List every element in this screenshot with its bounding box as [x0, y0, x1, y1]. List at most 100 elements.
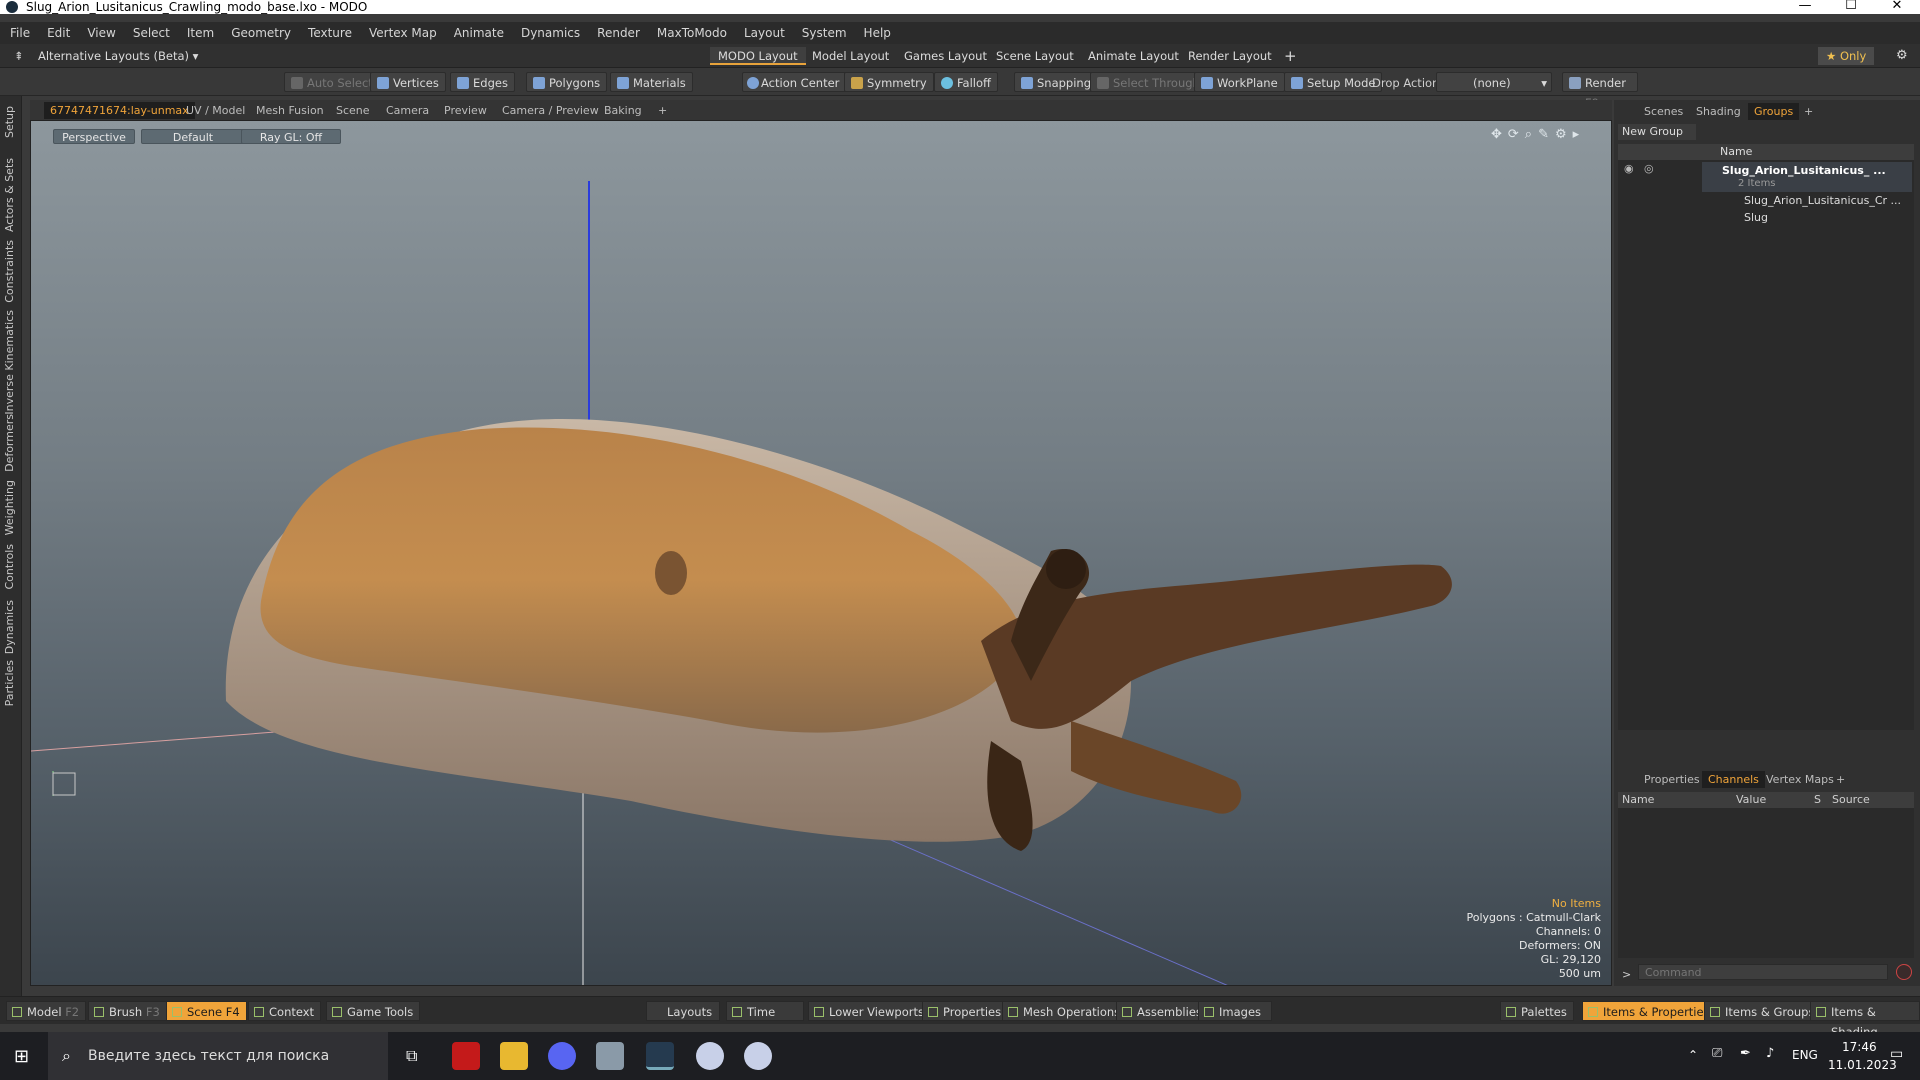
tab-animate-layout[interactable]: Animate Layout	[1080, 47, 1187, 65]
group-child-slug[interactable]: Slug	[1744, 211, 1768, 224]
menu-layout[interactable]: Layout	[744, 26, 785, 40]
tab-games-layout[interactable]: Games Layout	[896, 47, 995, 65]
tab-baking[interactable]: Baking	[598, 102, 648, 119]
polygons-button[interactable]: Polygons	[526, 72, 608, 92]
gear-icon[interactable]: ⚙	[1888, 47, 1916, 65]
materials-button[interactable]: Materials	[610, 72, 693, 92]
tab-scene[interactable]: Scene	[330, 102, 376, 119]
time-button[interactable]: Time	[726, 1001, 804, 1021]
images-button[interactable]: Images	[1198, 1001, 1272, 1021]
app-icon[interactable]	[596, 1042, 624, 1070]
tab-scenes[interactable]: Scenes	[1638, 103, 1689, 120]
modo-taskbar-icon[interactable]	[646, 1042, 674, 1070]
maximize-button[interactable]: ☐	[1828, 0, 1874, 14]
windows-start-icon[interactable]: ⊞	[14, 1046, 29, 1067]
group-row-root[interactable]: Slug_Arion_Lusitanicus_ ... 2 Items	[1702, 162, 1912, 192]
task-view-icon[interactable]: ⧉	[406, 1046, 417, 1066]
menu-system[interactable]: System	[802, 26, 847, 40]
menu-render[interactable]: Render	[597, 26, 640, 40]
falloff-button[interactable]: Falloff	[934, 72, 998, 92]
volume-icon[interactable]: ♪	[1766, 1046, 1774, 1061]
cinema4d-icon-2[interactable]	[744, 1042, 772, 1070]
minimize-button[interactable]: —	[1782, 0, 1828, 14]
tab-scene-layout[interactable]: Scene Layout	[988, 47, 1082, 65]
tab-model-layout[interactable]: Model Layout	[804, 47, 897, 65]
tab-render-layout[interactable]: Render Layout	[1180, 47, 1280, 65]
tab-add-right[interactable]: +	[1798, 103, 1819, 120]
notification-icon[interactable]: ▭	[1890, 1046, 1903, 1062]
left-tab-deformers[interactable]: Deformers	[3, 414, 16, 472]
left-tab-setup[interactable]: Setup	[3, 106, 16, 138]
menu-geometry[interactable]: Geometry	[231, 26, 291, 40]
menu-edit[interactable]: Edit	[47, 26, 70, 40]
record-icon[interactable]	[1896, 964, 1912, 980]
mode-scene-button[interactable]: Scene F4	[166, 1001, 247, 1021]
properties-button[interactable]: Properties	[922, 1001, 1009, 1021]
tab-uv-model[interactable]: UV / Model	[180, 102, 251, 119]
tab-properties[interactable]: Properties	[1638, 771, 1706, 788]
language-indicator[interactable]: ENG	[1792, 1048, 1818, 1062]
items-shading-button[interactable]: Items & Shading	[1810, 1001, 1920, 1039]
lower-viewports-button[interactable]: Lower Viewports	[808, 1001, 931, 1021]
left-tab-controls[interactable]: Controls	[3, 544, 16, 590]
layouts-button[interactable]: Layouts	[646, 1001, 720, 1021]
tab-mesh-fusion[interactable]: Mesh Fusion	[250, 102, 330, 119]
action-center-button[interactable]: Action Center	[742, 72, 847, 92]
tab-add-lower[interactable]: +	[1830, 771, 1851, 788]
clock-date[interactable]: 11.01.2023	[1828, 1058, 1897, 1072]
tab-lay-unmax[interactable]: 67747471674:lay-unmax	[44, 102, 195, 119]
left-tab-weighting[interactable]: Weighting	[3, 480, 16, 535]
menu-select[interactable]: Select	[133, 26, 170, 40]
render-button[interactable]: Render F9	[1562, 72, 1638, 110]
assemblies-button[interactable]: Assemblies	[1116, 1001, 1209, 1021]
file-explorer-icon[interactable]	[500, 1042, 528, 1070]
vertices-button[interactable]: Vertices	[370, 72, 446, 92]
tray-chevron-icon[interactable]: ⌃	[1688, 1048, 1698, 1062]
menu-file[interactable]: File	[10, 26, 30, 40]
add-layout-button[interactable]: +	[1276, 47, 1305, 65]
pen-icon[interactable]: ✒	[1740, 1046, 1751, 1061]
workplane-button[interactable]: WorkPlane	[1194, 72, 1285, 92]
discord-icon[interactable]	[548, 1042, 576, 1070]
command-input[interactable]	[1638, 964, 1888, 980]
snapping-button[interactable]: Snapping	[1014, 72, 1099, 92]
drop-action-select[interactable]: (none) ▾	[1436, 72, 1552, 92]
tab-add[interactable]: +	[652, 102, 673, 119]
menu-vertex-map[interactable]: Vertex Map	[369, 26, 437, 40]
tab-camera[interactable]: Camera	[380, 102, 435, 119]
menu-item[interactable]: Item	[187, 26, 214, 40]
tab-channels[interactable]: Channels	[1702, 771, 1765, 788]
layout-arrow-icon[interactable]: ⇞	[6, 47, 32, 65]
tab-groups[interactable]: Groups	[1748, 103, 1800, 120]
group-child-mesh[interactable]: Slug_Arion_Lusitanicus_Cr ...	[1744, 194, 1901, 207]
left-tab-constraints[interactable]: Constraints	[3, 240, 16, 303]
eye-icon[interactable]: ◉	[1624, 162, 1634, 175]
mode-brush-button[interactable]: Brush F3	[88, 1001, 167, 1021]
alternative-layouts-dropdown[interactable]: Alternative Layouts (Beta) ▾	[30, 47, 206, 65]
network-icon[interactable]: ⎚	[1712, 1046, 1722, 1061]
tab-preview[interactable]: Preview	[438, 102, 493, 119]
mesh-operations-button[interactable]: Mesh Operations	[1002, 1001, 1128, 1021]
mode-model-button[interactable]: Model F2	[6, 1001, 87, 1021]
select-through-button[interactable]: Select Through	[1090, 72, 1207, 92]
left-tab-inverse-kinematics[interactable]: Inverse Kinematics	[3, 310, 16, 415]
setup-mode-button[interactable]: Setup Mode	[1284, 72, 1383, 92]
mode-context-button[interactable]: Context	[248, 1001, 322, 1021]
auto-select-button[interactable]: Auto Select	[284, 72, 380, 92]
menu-animate[interactable]: Animate	[454, 26, 504, 40]
symmetry-button[interactable]: Symmetry	[844, 72, 934, 92]
taskbar-search-box[interactable]: ⌕ Введите здесь текст для поиска	[48, 1032, 388, 1080]
menu-help[interactable]: Help	[864, 26, 891, 40]
items-properties-button[interactable]: Items & Properties	[1582, 1001, 1717, 1021]
new-group-button[interactable]: New Group	[1618, 124, 1696, 140]
left-tab-actors-sets[interactable]: Actors & Sets	[3, 158, 16, 232]
clock-time[interactable]: 17:46	[1842, 1040, 1877, 1054]
menu-view[interactable]: View	[87, 26, 115, 40]
mode-game-tools-button[interactable]: Game Tools	[326, 1001, 421, 1021]
menu-maxtomodo[interactable]: MaxToModo	[657, 26, 727, 40]
left-tab-particles[interactable]: Particles	[3, 660, 16, 706]
cinema4d-icon[interactable]	[696, 1042, 724, 1070]
items-groups-button[interactable]: Items & Groups	[1704, 1001, 1822, 1021]
edges-button[interactable]: Edges	[450, 72, 515, 92]
opera-icon[interactable]	[452, 1042, 480, 1070]
